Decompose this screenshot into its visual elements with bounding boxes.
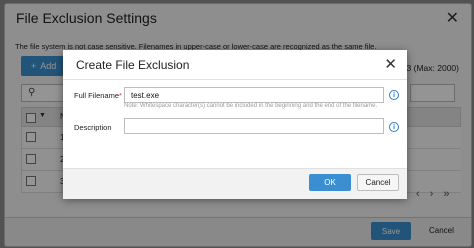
filename-whitespace-note: Note: Whitespace character(s) cannot be …: [124, 103, 378, 109]
dialog-close-icon[interactable]: ✕: [384, 55, 397, 73]
full-filename-input[interactable]: [124, 87, 384, 103]
full-filename-label-text: Full Filename: [74, 91, 120, 100]
full-filename-label: Full Filename*: [74, 91, 122, 100]
cancel-button[interactable]: Cancel: [357, 174, 399, 191]
description-label: Description: [74, 123, 112, 132]
dialog-divider: [63, 79, 407, 80]
create-file-exclusion-dialog: Create File Exclusion ✕ Full Filename* i…: [63, 50, 407, 199]
ok-button[interactable]: OK: [309, 174, 351, 191]
dialog-title: Create File Exclusion: [76, 58, 190, 72]
description-input[interactable]: [124, 118, 384, 134]
description-info-icon[interactable]: i: [389, 122, 399, 132]
required-mark: *: [119, 91, 122, 100]
dialog-footer: [63, 168, 407, 199]
full-filename-info-icon[interactable]: i: [389, 90, 399, 100]
